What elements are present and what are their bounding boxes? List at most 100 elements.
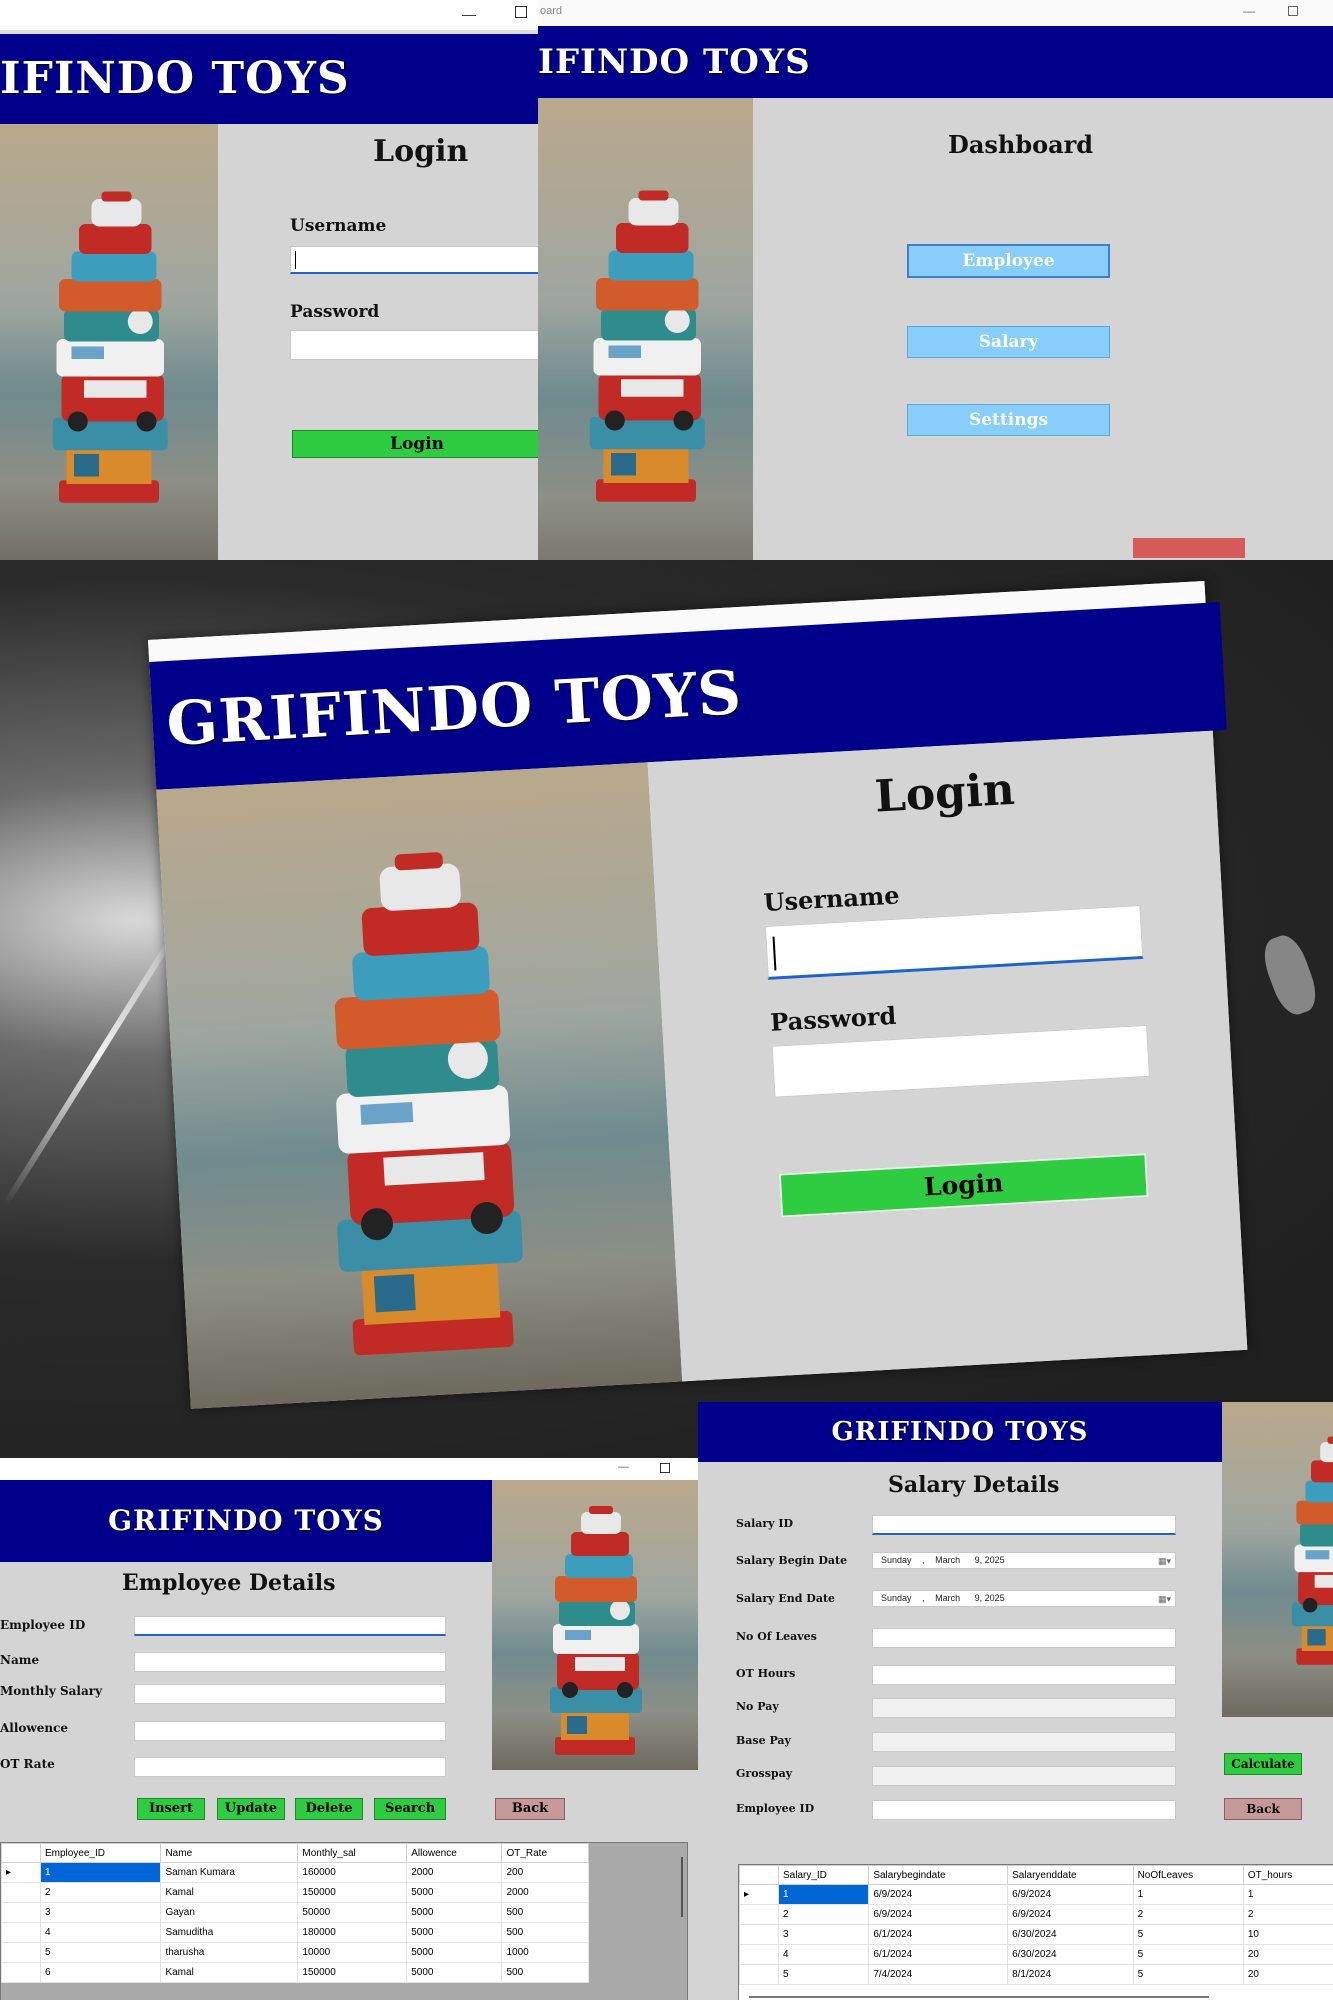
table-cell[interactable]: 8/1/2024: [1007, 1964, 1134, 1985]
employee-column-header[interactable]: Monthly_sal: [297, 1843, 408, 1863]
row-header[interactable]: [1, 1922, 41, 1943]
table-cell[interactable]: 150000: [297, 1882, 408, 1903]
employee-column-header[interactable]: Allowence: [406, 1843, 503, 1863]
table-cell[interactable]: 5000: [406, 1922, 503, 1943]
table-cell[interactable]: 7/4/2024: [868, 1964, 1009, 1985]
maximize-icon[interactable]: [515, 6, 527, 18]
table-row[interactable]: 46/1/20246/30/2024520583: [739, 1944, 1333, 1965]
horizontal-scrollbar[interactable]: [749, 1996, 1209, 1998]
back-button[interactable]: Back: [495, 1798, 565, 1820]
table-cell[interactable]: 2: [39, 1882, 162, 1903]
table-row[interactable]: 36/1/20246/30/2024510416: [739, 1924, 1333, 1945]
table-cell[interactable]: 5000: [406, 1882, 503, 1903]
table-cell[interactable]: 6/1/2024: [868, 1924, 1009, 1945]
table-cell[interactable]: 6/9/2024: [868, 1884, 1009, 1905]
table-row[interactable]: ▸ 1 Saman Kumara 160000 2000 200: [1, 1862, 589, 1883]
table-cell[interactable]: 2: [1132, 1904, 1244, 1925]
salary-id-input[interactable]: [872, 1515, 1176, 1535]
back-button[interactable]: Back: [1224, 1798, 1302, 1820]
row-header[interactable]: [1, 1942, 41, 1963]
table-cell[interactable]: 5: [39, 1942, 162, 1963]
minimize-icon[interactable]: —: [1243, 4, 1255, 18]
table-cell[interactable]: 20: [1242, 1944, 1333, 1965]
table-cell[interactable]: 500: [501, 1902, 589, 1923]
ot-rate-input[interactable]: [134, 1757, 446, 1777]
insert-button[interactable]: Insert: [137, 1798, 205, 1820]
salary-column-header[interactable]: Salarybegindate: [868, 1865, 1009, 1885]
employee-column-header[interactable]: Employee_ID: [39, 1843, 162, 1863]
ot-hours-input[interactable]: [872, 1665, 1176, 1685]
table-row[interactable]: 5 tharusha 10000 5000 1000: [1, 1942, 589, 1963]
table-cell[interactable]: 6: [39, 1962, 162, 1983]
table-cell[interactable]: 500: [501, 1922, 589, 1943]
username-input[interactable]: [764, 905, 1144, 980]
salary-column-header[interactable]: NoOfLeaves: [1132, 1865, 1244, 1885]
table-cell[interactable]: 6/9/2024: [1007, 1884, 1134, 1905]
row-header[interactable]: [739, 1924, 779, 1945]
salary-button[interactable]: Salary: [907, 326, 1110, 358]
table-cell[interactable]: 5000: [406, 1902, 503, 1923]
salary-column-header[interactable]: OT_hours: [1242, 1865, 1333, 1885]
table-cell[interactable]: 160000: [297, 1862, 408, 1883]
row-header[interactable]: [1, 1882, 41, 1903]
salary-column-header[interactable]: Salaryenddate: [1007, 1865, 1134, 1885]
table-cell[interactable]: 5: [1132, 1924, 1244, 1945]
username-input[interactable]: [290, 246, 538, 274]
calendar-dropdown-icon[interactable]: ▦▾: [1158, 1594, 1171, 1605]
table-cell[interactable]: 2: [777, 1904, 870, 1925]
employee-column-header[interactable]: Name: [160, 1843, 299, 1863]
table-cell[interactable]: 5: [1132, 1964, 1244, 1985]
monthly-salary-input[interactable]: [134, 1684, 446, 1704]
row-header[interactable]: [739, 1904, 779, 1925]
table-cell[interactable]: 5000: [406, 1962, 503, 1983]
table-cell[interactable]: 4: [777, 1944, 870, 1965]
table-cell[interactable]: 1: [39, 1862, 162, 1883]
password-input[interactable]: [771, 1024, 1150, 1098]
settings-button[interactable]: Settings: [907, 404, 1110, 436]
table-cell[interactable]: 1: [1242, 1884, 1333, 1905]
table-cell[interactable]: 20: [1242, 1964, 1333, 1985]
partial-red-button[interactable]: [1133, 538, 1245, 558]
table-cell[interactable]: 6/1/2024: [868, 1944, 1009, 1965]
table-cell[interactable]: 2: [1242, 1904, 1333, 1925]
delete-button[interactable]: Delete: [295, 1798, 363, 1820]
employee-button[interactable]: Employee: [907, 244, 1110, 278]
row-header[interactable]: [1, 1962, 41, 1983]
table-cell[interactable]: tharusha: [160, 1942, 299, 1963]
row-header[interactable]: ▸: [1, 1862, 41, 1883]
table-row[interactable]: 4 Samuditha 180000 5000 500: [1, 1922, 589, 1943]
table-cell[interactable]: 5: [1132, 1944, 1244, 1965]
table-cell[interactable]: 6/30/2024: [1007, 1944, 1134, 1965]
minimize-icon[interactable]: —: [618, 1461, 629, 1473]
table-cell[interactable]: 1: [777, 1884, 870, 1905]
calendar-dropdown-icon[interactable]: ▦▾: [1158, 1556, 1171, 1567]
login-button[interactable]: Login: [778, 1153, 1149, 1218]
table-cell[interactable]: 2000: [406, 1862, 503, 1883]
table-row[interactable]: 6 Kamal 150000 5000 500: [1, 1962, 589, 1983]
name-input[interactable]: [134, 1652, 446, 1672]
end-date-picker[interactable]: Sunday , March 9, 2025 ▦▾: [872, 1590, 1176, 1607]
table-row[interactable]: 57/4/20248/1/2024520276: [739, 1964, 1333, 1985]
table-cell[interactable]: 4: [39, 1922, 162, 1943]
maximize-icon[interactable]: [1288, 6, 1298, 16]
table-cell[interactable]: Saman Kumara: [160, 1862, 299, 1883]
employee-id-input[interactable]: [872, 1800, 1176, 1820]
table-cell[interactable]: 3: [777, 1924, 870, 1945]
table-row[interactable]: 3 Gayan 50000 5000 500: [1, 1902, 589, 1923]
table-cell[interactable]: 150000: [297, 1962, 408, 1983]
row-header[interactable]: [739, 1944, 779, 1965]
employee-id-input[interactable]: [134, 1616, 446, 1636]
table-cell[interactable]: 10: [1242, 1924, 1333, 1945]
salary-grid[interactable]: Salary_ID Salarybegindate Salaryenddate NoO…: [738, 1864, 1333, 2000]
table-cell[interactable]: 200: [501, 1862, 589, 1883]
table-cell[interactable]: 5: [777, 1964, 870, 1985]
table-cell[interactable]: Kamal: [160, 1882, 299, 1903]
leaves-input[interactable]: [872, 1628, 1176, 1648]
table-row[interactable]: 2 Kamal 150000 5000 2000: [1, 1882, 589, 1903]
employee-column-header[interactable]: OT_Rate: [501, 1843, 589, 1863]
update-button[interactable]: Update: [217, 1798, 285, 1820]
table-row[interactable]: 26/9/20246/9/202422106: [739, 1904, 1333, 1925]
row-header[interactable]: ▸: [739, 1884, 779, 1905]
calculate-button[interactable]: Calculate: [1224, 1753, 1302, 1775]
table-row[interactable]: ▸16/9/20246/9/202411540: [739, 1884, 1333, 1905]
